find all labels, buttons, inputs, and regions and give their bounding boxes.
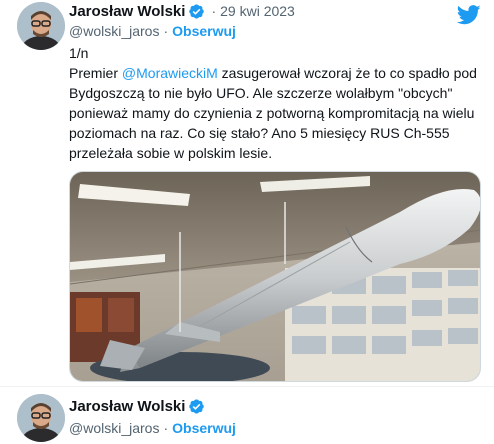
verified-badge-icon — [189, 4, 205, 18]
author-handle[interactable]: @wolski_jaros — [69, 23, 159, 39]
twitter-bird-icon[interactable] — [457, 5, 481, 25]
tweet-text-part: 1/n Premier — [69, 45, 119, 81]
separator-dot: · — [163, 420, 169, 436]
mention-link[interactable]: @MorawieckiM — [122, 65, 218, 81]
author-handle[interactable]: @wolski_jaros — [69, 420, 159, 436]
tweet-date[interactable]: 29 kwi 2023 — [220, 3, 295, 19]
author-avatar[interactable] — [17, 394, 65, 442]
avatar-image — [17, 2, 65, 50]
author-name[interactable]: Jarosław Wolski — [69, 3, 185, 20]
avatar-image — [17, 394, 65, 442]
separator-dot: · — [211, 3, 217, 19]
tweet-divider — [0, 386, 494, 387]
author-name[interactable]: Jarosław Wolski — [69, 398, 185, 415]
follow-button[interactable]: Obserwuj — [172, 420, 236, 436]
tweet-text: 1/n Premier @MorawieckiM zasugerował wcz… — [69, 43, 479, 163]
missile-photo — [70, 172, 480, 381]
tweet-media-photo[interactable] — [69, 171, 481, 382]
follow-button[interactable]: Obserwuj — [172, 23, 236, 39]
verified-badge-icon — [189, 399, 205, 413]
author-avatar[interactable] — [17, 2, 65, 50]
separator-dot: · — [163, 23, 169, 39]
